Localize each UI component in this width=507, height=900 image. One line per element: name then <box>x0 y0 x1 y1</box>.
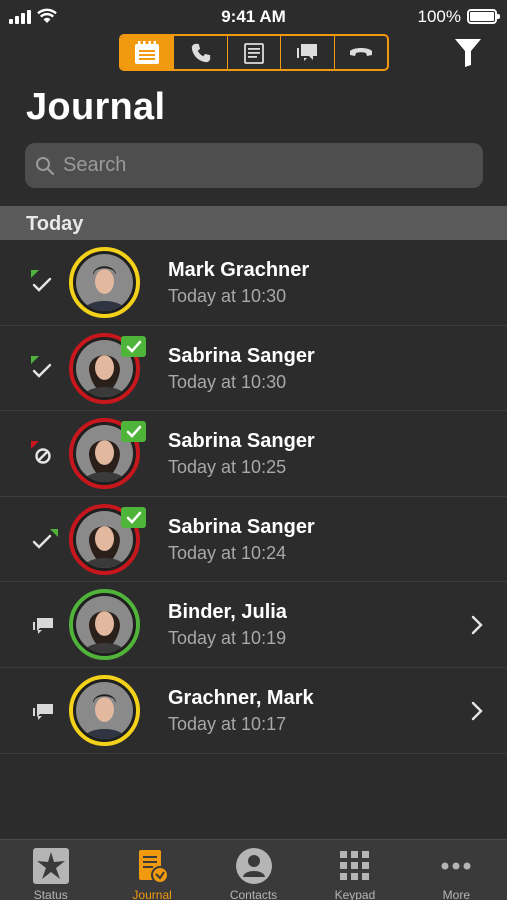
avatar-image <box>76 596 133 654</box>
filter-icon[interactable] <box>453 36 483 68</box>
chat-icon <box>33 703 53 720</box>
entry-type-icon <box>28 268 58 298</box>
outgoing-call-icon <box>31 355 52 378</box>
avatar[interactable] <box>69 674 140 746</box>
segment-calls[interactable] <box>174 36 228 69</box>
contact-name: Mark Grachner <box>168 259 310 281</box>
status-star-icon <box>32 848 69 884</box>
entry-time: Today at 10:30 <box>168 371 287 392</box>
tab-more[interactable]: More <box>406 840 507 900</box>
missed-call-icon <box>31 441 51 464</box>
avatar[interactable] <box>69 589 140 661</box>
search-bar[interactable] <box>25 143 483 188</box>
entry-type-icon <box>28 354 58 384</box>
tab-label: Keypad <box>334 888 376 900</box>
journal-entry-row[interactable]: Sabrina Sanger Today at 10:30 <box>0 326 507 412</box>
checkmark-badge-icon <box>121 421 146 443</box>
outgoing-call-icon <box>31 270 52 292</box>
tab-contacts[interactable]: Contacts <box>203 840 304 900</box>
notes-icon <box>244 42 264 64</box>
entry-type-icon <box>28 610 58 640</box>
page-title: Journal <box>26 86 166 128</box>
journal-icon <box>139 850 170 884</box>
entry-time: Today at 10:24 <box>168 542 287 563</box>
avatar[interactable] <box>69 247 140 318</box>
avatar-photo <box>76 596 133 654</box>
chat-icon <box>297 43 318 61</box>
tab-label: More <box>442 888 470 900</box>
journal-entry-row[interactable]: Binder, Julia Today at 10:19 <box>0 582 507 668</box>
tab-keypad[interactable]: Keypad <box>304 840 405 900</box>
entry-type-icon <box>28 525 58 555</box>
journal-list: Mark Grachner Today at 10:30 Sabrina Sange… <box>0 240 507 754</box>
journal-entry-row[interactable]: Sabrina Sanger Today at 10:24 <box>0 497 507 583</box>
contact-name: Sabrina Sanger <box>168 344 315 367</box>
person-icon <box>235 848 272 884</box>
avatar-image <box>76 681 133 739</box>
contact-name: Grachner, Mark <box>168 686 314 709</box>
tab-bar: Status Journal Contacts Keypad More <box>0 839 507 900</box>
tab-status[interactable]: Status <box>0 840 101 900</box>
voicemail-icon <box>349 47 372 56</box>
entry-type-icon <box>28 696 58 726</box>
checkmark-badge-icon <box>121 335 146 357</box>
section-header-today: Today <box>0 206 507 240</box>
contact-name: Sabrina Sanger <box>168 430 315 453</box>
keypad-icon <box>339 851 369 880</box>
status-bar: 9:41 AM 100% <box>0 0 507 34</box>
entry-type-icon <box>28 439 58 469</box>
incoming-call-icon <box>32 528 58 549</box>
segment-journal[interactable] <box>121 36 175 69</box>
tab-journal[interactable]: Journal <box>101 840 202 900</box>
contact-name: Binder, Julia <box>168 601 287 624</box>
chat-icon <box>33 618 53 635</box>
entry-time: Today at 10:19 <box>168 628 287 649</box>
tab-label: Journal <box>132 888 172 900</box>
chevron-right-icon[interactable] <box>470 614 484 636</box>
journal-filter-segmented-control <box>119 34 389 71</box>
avatar-photo <box>76 681 133 739</box>
search-input[interactable] <box>63 154 463 177</box>
segment-notes[interactable] <box>228 36 282 69</box>
entry-time: Today at 10:17 <box>168 713 287 734</box>
avatar-image <box>76 254 133 311</box>
chevron-right-icon[interactable] <box>470 700 484 722</box>
journal-icon <box>135 40 160 64</box>
tab-label: Contacts <box>229 888 278 900</box>
entry-time: Today at 10:30 <box>168 286 287 306</box>
search-icon <box>36 156 55 175</box>
entry-time: Today at 10:25 <box>168 457 287 478</box>
journal-entry-row[interactable]: Sabrina Sanger Today at 10:25 <box>0 411 507 497</box>
battery-icon <box>467 9 500 24</box>
checkmark-badge-icon <box>121 506 146 528</box>
phone-icon <box>191 43 210 62</box>
avatar-photo <box>76 254 133 311</box>
contact-name: Sabrina Sanger <box>168 515 315 538</box>
journal-entry-row[interactable]: Mark Grachner Today at 10:30 <box>0 240 507 326</box>
segment-voicemail[interactable] <box>335 36 387 69</box>
tab-label: Status <box>33 888 68 900</box>
journal-entry-row[interactable]: Grachner, Mark Today at 10:17 <box>0 668 507 754</box>
battery-percent: 100% <box>417 7 461 26</box>
more-dots-icon <box>441 862 471 870</box>
segment-chat[interactable] <box>281 36 335 69</box>
